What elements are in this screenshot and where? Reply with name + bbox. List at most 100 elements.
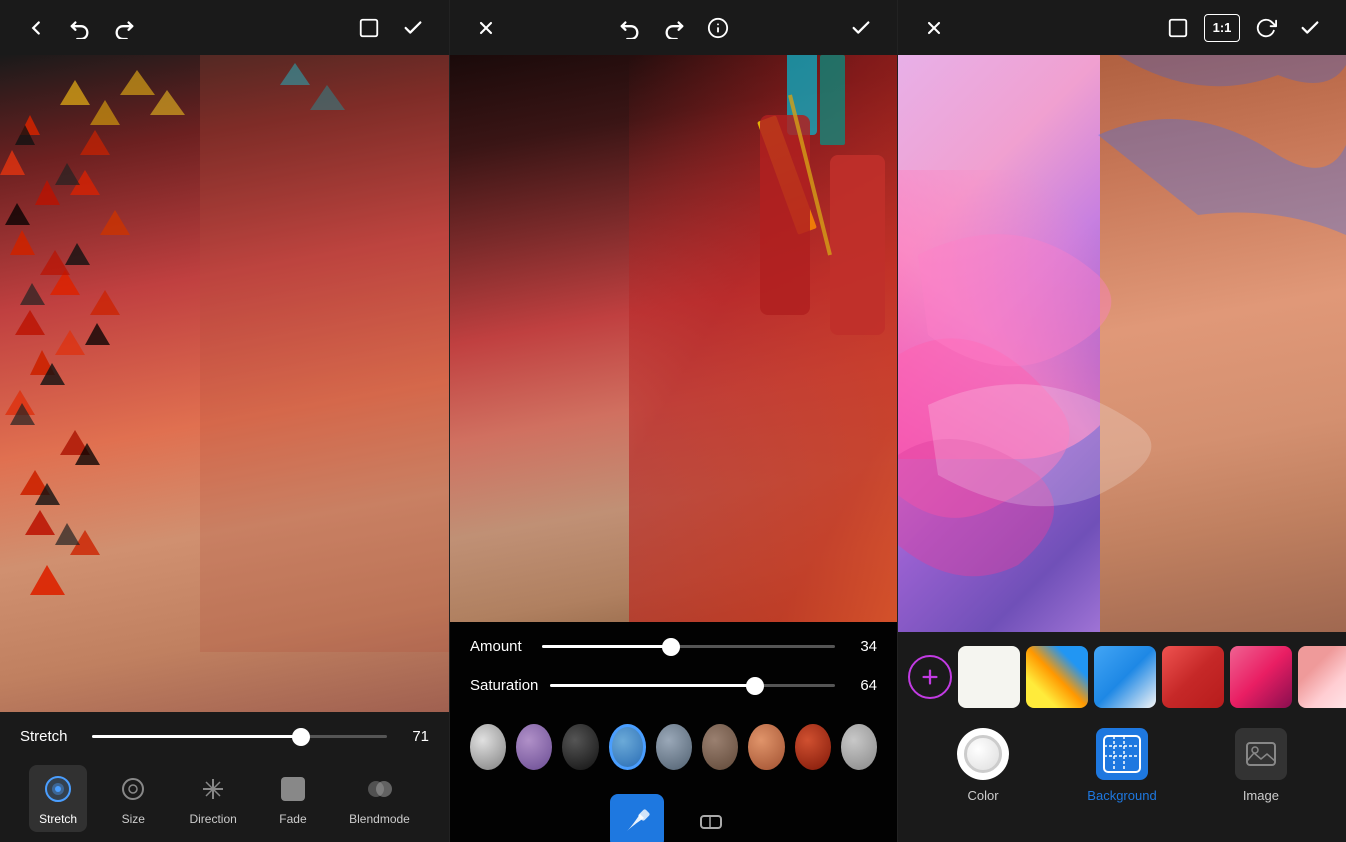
color-copper[interactable]: [748, 724, 784, 770]
saturation-value: 64: [847, 677, 877, 694]
panel-hair-color: Amount 34 Saturation 64: [449, 0, 898, 842]
bg-thumb-red[interactable]: [1162, 646, 1224, 708]
color-brown-gray[interactable]: [702, 724, 738, 770]
saturation-fill: [550, 684, 755, 687]
option-background[interactable]: Background: [1087, 728, 1156, 803]
color-light-gray[interactable]: [841, 724, 877, 770]
option-color[interactable]: Color: [957, 728, 1009, 803]
blendmode-tool-label: Blendmode: [349, 812, 410, 826]
size-icon: [115, 771, 151, 807]
amount-slider-section: Amount 34: [470, 638, 877, 669]
color-silver[interactable]: [470, 724, 506, 770]
tool-blendmode[interactable]: Blendmode: [339, 765, 420, 832]
bg-thumb-pattern1[interactable]: [1026, 646, 1088, 708]
background-option-label: Background: [1087, 788, 1156, 803]
panel2-redo-button[interactable]: [656, 10, 692, 46]
color-option-icon: [957, 728, 1009, 780]
panel1-right-controls: [351, 10, 431, 46]
color-purple[interactable]: [516, 724, 552, 770]
panel3-canvas[interactable]: [898, 55, 1346, 632]
stretch-value: 71: [399, 728, 429, 745]
amount-slider-row: Amount 34: [470, 638, 877, 655]
fade-icon: [275, 771, 311, 807]
stretch-slider-fill: [92, 735, 301, 738]
bg-thumb-blue[interactable]: [1094, 646, 1156, 708]
amount-label: Amount: [470, 638, 530, 655]
panel-background: 1:1: [898, 0, 1346, 842]
amount-thumb[interactable]: [662, 638, 680, 656]
direction-tool-label: Direction: [189, 812, 236, 826]
stretch-tool-label: Stretch: [39, 812, 77, 826]
panel3-close-button[interactable]: [916, 10, 952, 46]
amount-slider[interactable]: [542, 645, 835, 648]
panel-stretch: Stretch 71 Stretch: [0, 0, 449, 842]
tool-row: Stretch Size: [20, 759, 429, 836]
saturation-slider-row: Saturation 64: [470, 677, 877, 694]
redo-button[interactable]: [106, 10, 142, 46]
background-option-icon: [1096, 728, 1148, 780]
color-gray-blue[interactable]: [656, 724, 692, 770]
fade-tool-label: Fade: [279, 812, 306, 826]
panel2-confirm-button[interactable]: [843, 10, 879, 46]
brush-button[interactable]: [610, 794, 664, 842]
size-tool-label: Size: [122, 812, 145, 826]
add-background-button[interactable]: [908, 655, 952, 699]
confirm-button[interactable]: [395, 10, 431, 46]
blendmode-icon: [362, 771, 398, 807]
info-button[interactable]: [700, 10, 736, 46]
tool-fade[interactable]: Fade: [265, 765, 321, 832]
stretch-label: Stretch: [20, 728, 80, 745]
saturation-label: Saturation: [470, 677, 538, 694]
panel1-left-controls: [18, 10, 142, 46]
panel2-image-svg: [450, 55, 897, 622]
panel3-confirm-button[interactable]: [1292, 10, 1328, 46]
stretch-slider[interactable]: [92, 735, 387, 738]
tool-direction[interactable]: Direction: [179, 765, 246, 832]
image-option-label: Image: [1243, 788, 1279, 803]
undo-button[interactable]: [62, 10, 98, 46]
tool-stretch[interactable]: Stretch: [29, 765, 87, 832]
color-option-label: Color: [968, 788, 999, 803]
saturation-slider[interactable]: [550, 684, 835, 687]
panel2-close-button[interactable]: [468, 10, 504, 46]
stretch-slider-thumb[interactable]: [292, 728, 310, 746]
saturation-slider-section: Saturation 64: [470, 677, 877, 708]
eraser-button[interactable]: [684, 794, 738, 842]
saturation-thumb[interactable]: [746, 677, 764, 695]
panel3-controls: Color Background: [898, 632, 1346, 842]
tool-size[interactable]: Size: [105, 765, 161, 832]
option-image[interactable]: Image: [1235, 728, 1287, 803]
panel1-topbar: [0, 0, 449, 55]
panel2-controls: Amount 34 Saturation 64: [450, 622, 897, 842]
direction-icon: [195, 771, 231, 807]
amount-value: 34: [847, 638, 877, 655]
panel3-option-tabs: Color Background: [898, 712, 1346, 813]
panel2-undo-button[interactable]: [612, 10, 648, 46]
stretch-slider-row: Stretch 71: [20, 728, 429, 745]
ratio-button[interactable]: 1:1: [1204, 14, 1240, 42]
erase-button[interactable]: [351, 10, 387, 46]
image-option-icon: [1235, 728, 1287, 780]
bg-thumb-white[interactable]: [958, 646, 1020, 708]
background-thumbnails: [898, 642, 1346, 712]
bg-thumb-pink[interactable]: [1230, 646, 1292, 708]
back-button[interactable]: [18, 10, 54, 46]
color-auburn[interactable]: [795, 724, 831, 770]
triangle-overlay: [0, 55, 449, 712]
hair-color-picker: [470, 724, 877, 784]
panel3-erase-button[interactable]: [1160, 10, 1196, 46]
panel3-topbar: 1:1: [898, 0, 1346, 55]
panel2-canvas[interactable]: [450, 55, 897, 622]
stretch-icon: [40, 771, 76, 807]
color-black[interactable]: [562, 724, 598, 770]
refresh-button[interactable]: [1248, 10, 1284, 46]
color-blue[interactable]: [609, 724, 646, 770]
bg-thumb-tri[interactable]: [1298, 646, 1346, 708]
panel2-center-controls: [612, 10, 736, 46]
brush-tool-row: [470, 784, 877, 842]
panel3-right-controls: 1:1: [1160, 10, 1328, 46]
panel2-topbar: [450, 0, 897, 55]
paint-strokes: [898, 55, 1346, 632]
amount-fill: [542, 645, 671, 648]
panel1-canvas[interactable]: [0, 55, 449, 712]
